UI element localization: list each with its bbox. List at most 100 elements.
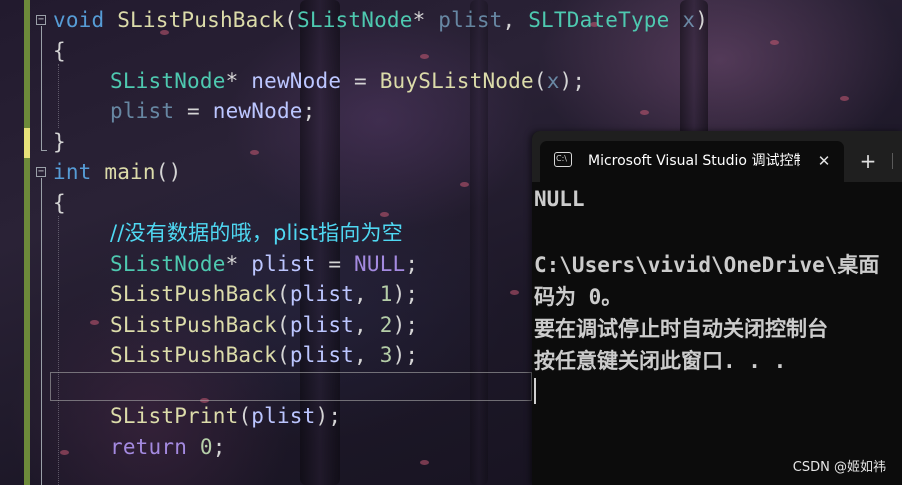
code-line[interactable]: SListPrint(plist); xyxy=(110,401,341,431)
operator: = xyxy=(315,252,355,276)
modified-marker xyxy=(24,128,30,158)
parameter: x xyxy=(669,8,696,32)
background-leaf xyxy=(420,460,429,465)
console-output-line: NULL xyxy=(534,187,585,211)
function-name: BuySListNode xyxy=(379,69,534,93)
background-leaf xyxy=(640,110,649,115)
punctuation: ); xyxy=(392,343,419,367)
current-line-highlight[interactable] xyxy=(50,372,532,401)
variable: newNode xyxy=(238,69,342,93)
change-marker xyxy=(24,0,30,128)
new-tab-button[interactable]: + xyxy=(856,149,880,173)
type-name: SLTDateType xyxy=(528,8,670,32)
punctuation: , xyxy=(502,8,529,32)
type-name: SListNode xyxy=(110,252,226,276)
variable: plist xyxy=(289,343,355,367)
fold-region-line xyxy=(41,26,42,150)
type-name: SListNode xyxy=(110,69,226,93)
console-output[interactable]: NULL C:\Users\vivid\OneDrive\桌面 码为 0。 要在… xyxy=(534,183,902,485)
code-line[interactable]: SListPushBack(plist, 3); xyxy=(110,340,418,370)
function-name: main xyxy=(91,160,156,184)
console-tab[interactable]: C:\ Microsoft Visual Studio 调试控制台 ✕ xyxy=(540,141,844,182)
number-literal: 1 xyxy=(379,282,393,306)
collapse-icon[interactable]: − xyxy=(36,167,46,177)
variable: plist xyxy=(251,404,316,428)
punctuation: * xyxy=(225,252,239,276)
punctuation: ( xyxy=(238,404,252,428)
punctuation: , xyxy=(354,313,380,337)
parameter: x xyxy=(546,69,560,93)
code-line[interactable]: SListPushBack(plist, 1); xyxy=(110,279,418,309)
macro-constant: NULL xyxy=(354,252,406,276)
variable: plist xyxy=(289,313,355,337)
background-leaf xyxy=(250,150,259,155)
change-marker xyxy=(24,158,30,485)
punctuation: * xyxy=(225,69,239,93)
parameter: plist xyxy=(425,8,503,32)
code-line[interactable]: return 0; xyxy=(110,432,226,462)
background-leaf xyxy=(840,96,849,101)
console-tab-title: Microsoft Visual Studio 调试控制台 xyxy=(588,153,800,169)
code-line[interactable]: //没有数据的哦，plist指向为空 xyxy=(110,218,403,248)
collapse-icon[interactable]: − xyxy=(36,15,46,25)
punctuation: ( xyxy=(533,69,547,93)
background-leaf xyxy=(510,290,519,295)
tab-divider xyxy=(892,153,893,169)
operator: = xyxy=(174,99,213,123)
punctuation: ); xyxy=(392,282,419,306)
punctuation: ); xyxy=(559,69,586,93)
keyword: return xyxy=(110,435,188,459)
number-literal: 0 xyxy=(187,435,213,459)
console-output-line: 要在调试停止时自动关闭控制台 xyxy=(534,317,828,341)
keyword: int xyxy=(53,160,92,184)
punctuation: ( xyxy=(284,8,298,32)
punctuation: ) xyxy=(695,8,709,32)
code-comment: //没有数据的哦，plist指向为空 xyxy=(110,221,403,245)
background-leaf xyxy=(60,450,69,455)
punctuation: ; xyxy=(302,99,316,123)
punctuation: * xyxy=(412,8,426,32)
punctuation: ); xyxy=(392,313,419,337)
console-title-bar[interactable]: C:\ Microsoft Visual Studio 调试控制台 ✕ + xyxy=(532,131,902,182)
fold-region-line xyxy=(41,178,42,485)
console-output-line: 码为 0。 xyxy=(534,285,623,309)
code-line[interactable]: int main() xyxy=(53,157,181,187)
indent-guide xyxy=(58,216,59,485)
background-leaf xyxy=(420,54,429,59)
function-name: SListPushBack xyxy=(110,282,277,306)
punctuation: , xyxy=(354,282,380,306)
type-name: SListNode xyxy=(297,8,413,32)
code-line[interactable]: SListNode* newNode = BuySListNode(x); xyxy=(110,66,585,96)
console-output-line: C:\Users\vivid\OneDrive\桌面 xyxy=(534,253,880,277)
close-icon[interactable]: ✕ xyxy=(814,151,834,171)
number-literal: 3 xyxy=(379,343,393,367)
code-line[interactable]: } xyxy=(53,127,66,157)
function-name: SListPushBack xyxy=(110,343,277,367)
number-literal: 2 xyxy=(379,313,393,337)
code-line[interactable]: plist = newNode; xyxy=(110,96,316,126)
punctuation: ; xyxy=(212,435,226,459)
punctuation: , xyxy=(354,343,380,367)
code-line[interactable]: { xyxy=(53,36,66,66)
code-line[interactable]: void SListPushBack(SListNode* plist, SLT… xyxy=(53,5,708,35)
punctuation: ( xyxy=(276,282,290,306)
operator: = xyxy=(341,69,380,93)
debug-console-window[interactable]: C:\ Microsoft Visual Studio 调试控制台 ✕ + NU… xyxy=(532,131,902,485)
code-line[interactable]: { xyxy=(53,188,66,218)
code-line[interactable]: SListPushBack(plist, 2); xyxy=(110,310,418,340)
fold-region-end xyxy=(41,150,47,151)
open-brace: { xyxy=(53,191,66,215)
punctuation: () xyxy=(155,160,182,184)
punctuation: ( xyxy=(276,343,290,367)
background-leaf xyxy=(380,212,389,217)
function-name: SListPushBack xyxy=(110,313,277,337)
console-output-line: 按任意键关闭此窗口. . . xyxy=(534,349,787,373)
variable: newNode xyxy=(212,99,303,123)
background-leaf xyxy=(90,320,99,325)
background-leaf xyxy=(460,182,469,187)
code-line[interactable]: SListNode* plist = NULL; xyxy=(110,249,418,279)
open-brace: { xyxy=(53,39,66,63)
function-name: SListPushBack xyxy=(117,8,285,32)
punctuation: ; xyxy=(405,252,419,276)
